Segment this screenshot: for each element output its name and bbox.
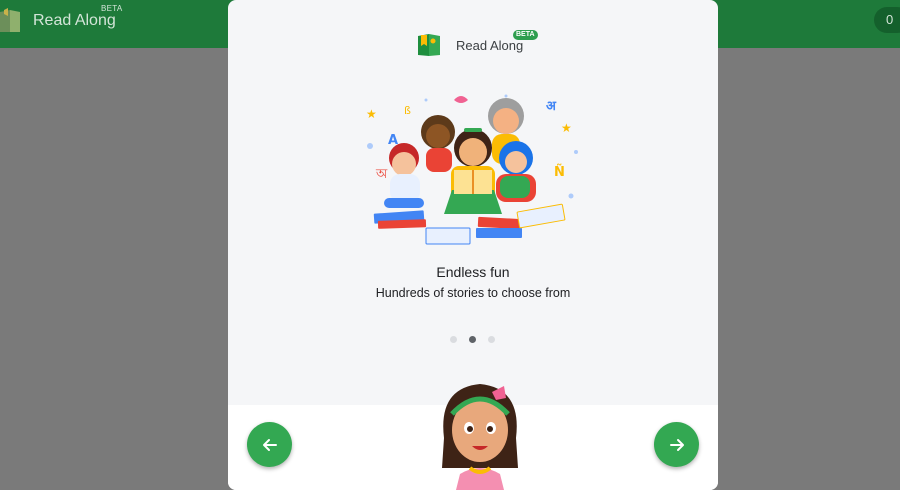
dialog-beta-badge: BETA	[513, 30, 538, 40]
children-reading-illustration: ★ A ß অ अ ★ Ñ	[366, 94, 578, 245]
svg-text:★: ★	[366, 107, 377, 121]
pagination-dots	[450, 336, 498, 344]
read-along-logo-icon	[418, 34, 440, 56]
slide-title: Endless fun	[436, 264, 510, 280]
previous-button[interactable]	[247, 422, 292, 467]
slide-subtitle: Hundreds of stories to choose from	[375, 286, 571, 300]
app-brand-name: Read Along	[33, 12, 116, 29]
read-along-logo-icon	[0, 8, 20, 32]
arrow-right-icon	[669, 438, 684, 451]
diya-mascot-illustration	[442, 384, 518, 490]
pagination-dot[interactable]	[488, 336, 495, 343]
svg-text:Ñ: Ñ	[554, 164, 565, 180]
header-pill[interactable]: 0	[874, 7, 900, 33]
dialog-brand-name: Read Along	[456, 38, 524, 53]
app-beta-label: BETA	[101, 4, 123, 13]
pagination-dot-active[interactable]	[469, 336, 476, 343]
svg-text:अ: अ	[546, 99, 557, 114]
svg-text:★: ★	[561, 121, 572, 135]
pagination-dot[interactable]	[450, 336, 457, 343]
svg-text:ß: ß	[404, 104, 411, 117]
onboarding-dialog: Read Along BETA ★ A ß অ अ ★ Ñ Endless fu…	[228, 0, 718, 490]
next-button[interactable]	[654, 422, 699, 467]
arrow-left-icon	[262, 438, 277, 451]
svg-text:অ: অ	[375, 167, 388, 182]
